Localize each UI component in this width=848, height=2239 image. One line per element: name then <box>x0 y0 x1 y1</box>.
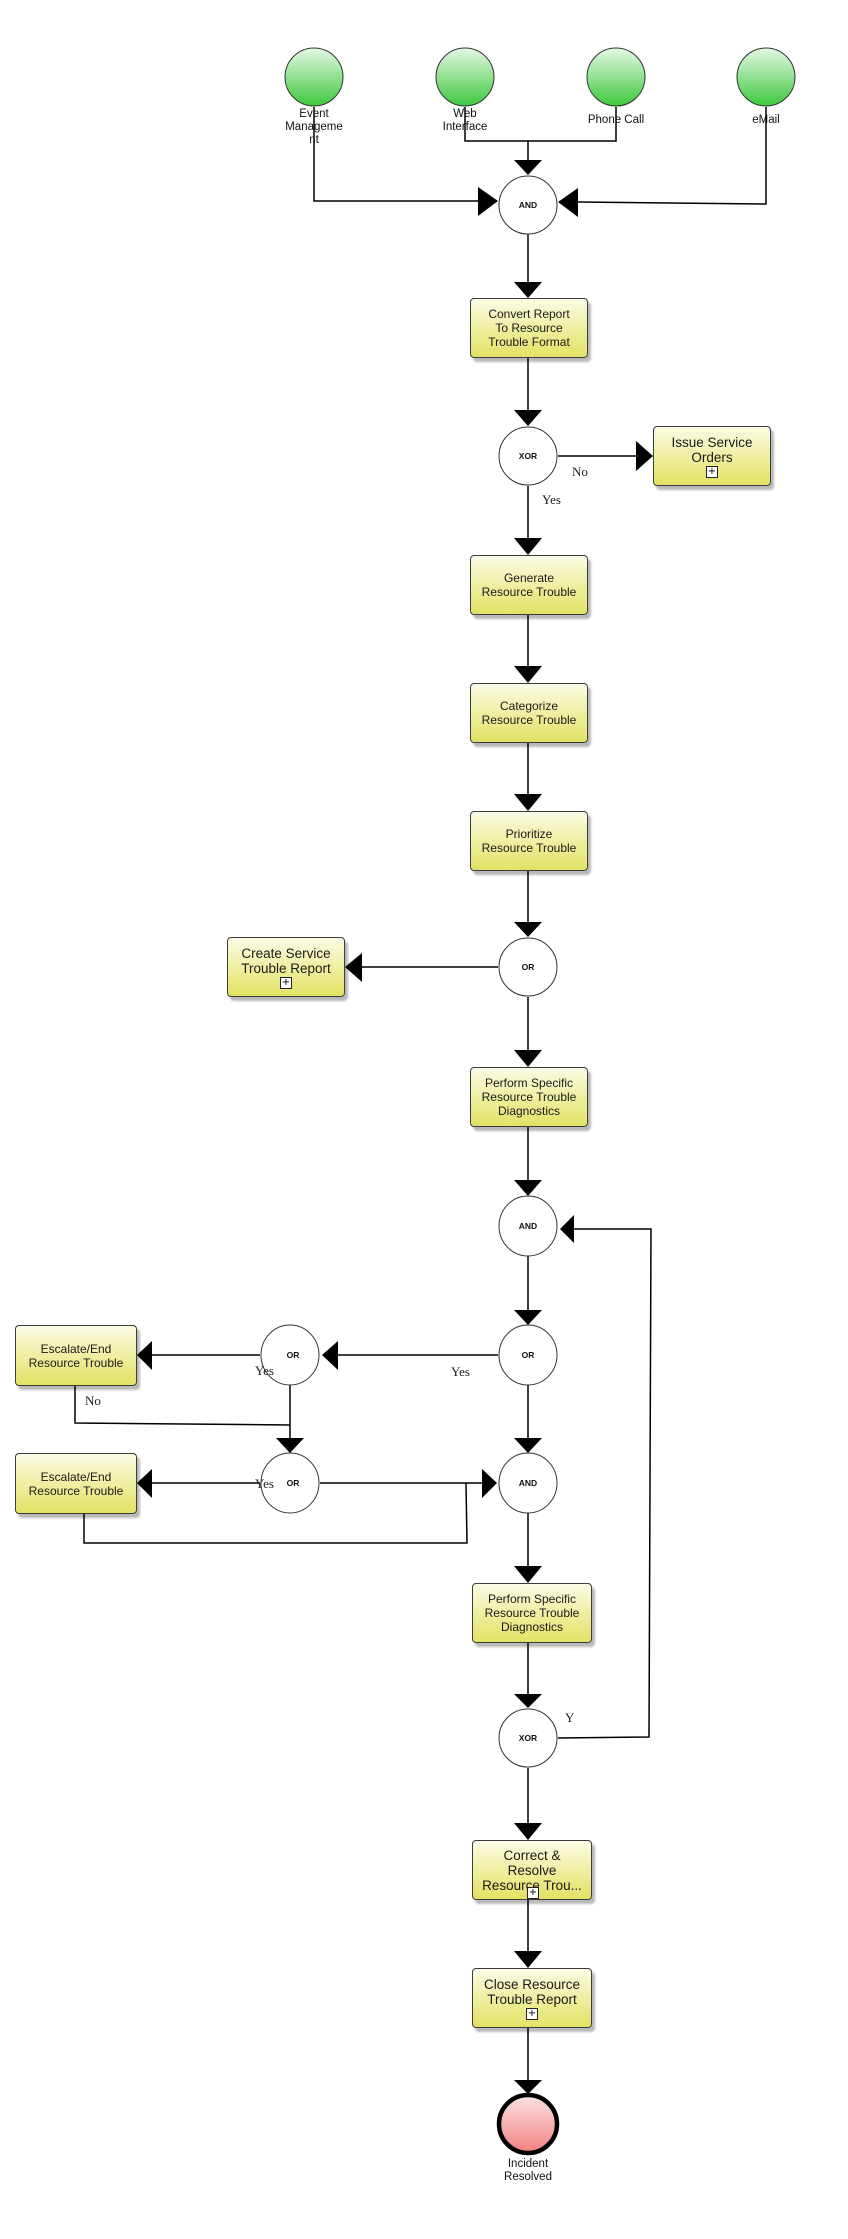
arrowhead-right <box>636 441 653 471</box>
condition-xor2-y: Y <box>565 1710 575 1725</box>
start-event-email-label: eMail <box>752 114 780 126</box>
task-correct-resolve-label: Correct & Resolve Resource Trou... <box>482 1847 582 1893</box>
expand-subprocess-icon[interactable]: + <box>280 976 292 989</box>
arrowhead-down <box>514 2080 542 2094</box>
task-convert-report[interactable]: Convert Report To Resource Trouble Forma… <box>470 298 588 358</box>
task-issue-service-orders[interactable]: Issue Service Orders + <box>653 426 771 486</box>
end-event-incident-resolved[interactable] <box>496 2092 560 2156</box>
task-issue-service-orders-label: Issue Service Orders <box>671 434 753 465</box>
gateway-and-1-label: AND <box>519 200 537 210</box>
expand-subprocess-icon[interactable]: + <box>527 1887 539 1899</box>
arrowhead-left <box>322 1341 338 1370</box>
expand-subprocess-icon[interactable]: + <box>526 2007 538 2020</box>
flow-escalate1-to-or4 <box>74 1386 291 1426</box>
gateway-or-3-label: OR <box>287 1350 300 1360</box>
end-event-incident-resolved-label: Incident Resolved <box>504 2158 552 2183</box>
condition-xor1-no: No <box>572 464 588 479</box>
arrowheads <box>137 160 653 2094</box>
arrowhead-down <box>514 1823 542 1840</box>
arrowhead-left <box>345 953 362 982</box>
start-event-email[interactable] <box>736 47 796 107</box>
task-close-report[interactable]: Close Resource Trouble Report + <box>472 1968 592 2028</box>
arrowhead-left <box>560 1215 574 1243</box>
arrowhead-down <box>514 1951 542 1968</box>
process-canvas: AND XOR OR AND OR OR AND OR XOR <box>74 47 796 2156</box>
condition-or3-yes: Yes <box>255 1363 274 1378</box>
condition-or2-yes: Yes <box>451 1364 470 1379</box>
task-escalate-end-2-label: Escalate/End Resource Trouble <box>28 1469 124 1498</box>
arrowhead-down <box>514 538 542 555</box>
task-perform-diagnostics-1[interactable]: Perform Specific Resource Trouble Diagno… <box>470 1067 588 1127</box>
arrowhead-left <box>137 1469 152 1498</box>
gateway-or-1-label: OR <box>522 962 535 972</box>
arrowhead-down <box>514 922 542 937</box>
expand-subprocess-icon[interactable]: + <box>706 465 718 478</box>
task-categorize-resource-trouble-label: Categorize Resource Trouble <box>481 699 577 727</box>
task-escalate-end-1[interactable]: Escalate/End Resource Trouble <box>15 1325 137 1386</box>
arrowhead-right <box>482 1469 497 1498</box>
arrowhead-down <box>514 794 542 811</box>
condition-xor1-yes: Yes <box>542 492 561 507</box>
condition-escalate1-no: No <box>85 1393 101 1408</box>
task-escalate-end-2[interactable]: Escalate/End Resource Trouble <box>15 1453 137 1514</box>
flow-xor2-loop-to-and2 <box>557 1228 652 1739</box>
arrowhead-down <box>514 1180 542 1196</box>
task-generate-resource-trouble[interactable]: Generate Resource Trouble <box>470 555 588 615</box>
gateway-or-2-label: OR <box>522 1350 535 1360</box>
task-escalate-end-1-label: Escalate/End Resource Trouble <box>28 1341 124 1370</box>
start-event-phone-call-label: Phone Call <box>587 114 645 126</box>
gateway-xor-1-label: XOR <box>519 451 537 461</box>
start-event-event-management-label: Event Manageme nt <box>285 108 343 146</box>
arrowhead-down <box>514 1050 542 1067</box>
gateway-xor-2-label: XOR <box>519 1733 537 1743</box>
arrowhead-down <box>514 1694 542 1708</box>
arrowhead-down <box>514 282 542 298</box>
gateway-or-4-label: OR <box>287 1478 300 1488</box>
task-create-service-trouble-report[interactable]: Create Service Trouble Report + <box>227 937 345 997</box>
arrowhead-left <box>558 188 578 217</box>
task-correct-resolve[interactable]: Correct & Resolve Resource Trou... + <box>472 1840 592 1900</box>
task-categorize-resource-trouble[interactable]: Categorize Resource Trouble <box>470 683 588 743</box>
arrowhead-right <box>478 187 498 216</box>
arrowhead-down <box>514 1566 542 1583</box>
condition-or4-yes: Yes <box>255 1476 274 1491</box>
start-event-web-interface[interactable] <box>435 47 495 107</box>
task-prioritize-resource-trouble[interactable]: Prioritize Resource Trouble <box>470 811 588 871</box>
start-event-event-management[interactable] <box>284 47 344 107</box>
arrowhead-down <box>514 160 542 175</box>
task-perform-diagnostics-2-label: Perform Specific Resource Trouble Diagno… <box>484 1592 580 1634</box>
task-generate-resource-trouble-label: Generate Resource Trouble <box>481 571 577 599</box>
arrowhead-down <box>514 410 542 426</box>
task-perform-diagnostics-2[interactable]: Perform Specific Resource Trouble Diagno… <box>472 1583 592 1643</box>
connectors <box>74 107 767 2080</box>
gateway-and-3-label: AND <box>519 1478 537 1488</box>
start-event-phone-call[interactable] <box>586 47 646 107</box>
arrowhead-down <box>514 1310 542 1325</box>
arrowhead-down <box>276 1438 304 1453</box>
arrowhead-down <box>514 1438 542 1453</box>
task-convert-report-label: Convert Report To Resource Trouble Forma… <box>488 307 570 349</box>
start-event-web-interface-label: Web Interface <box>442 108 488 133</box>
task-perform-diagnostics-1-label: Perform Specific Resource Trouble Diagno… <box>481 1076 577 1118</box>
arrowhead-down <box>514 666 542 683</box>
task-create-service-trouble-report-label: Create Service Trouble Report <box>241 945 331 976</box>
task-prioritize-resource-trouble-label: Prioritize Resource Trouble <box>481 827 577 855</box>
arrowhead-left <box>137 1341 152 1370</box>
gateway-and-2-label: AND <box>519 1221 537 1231</box>
task-close-report-label: Close Resource Trouble Report <box>483 1976 581 2007</box>
